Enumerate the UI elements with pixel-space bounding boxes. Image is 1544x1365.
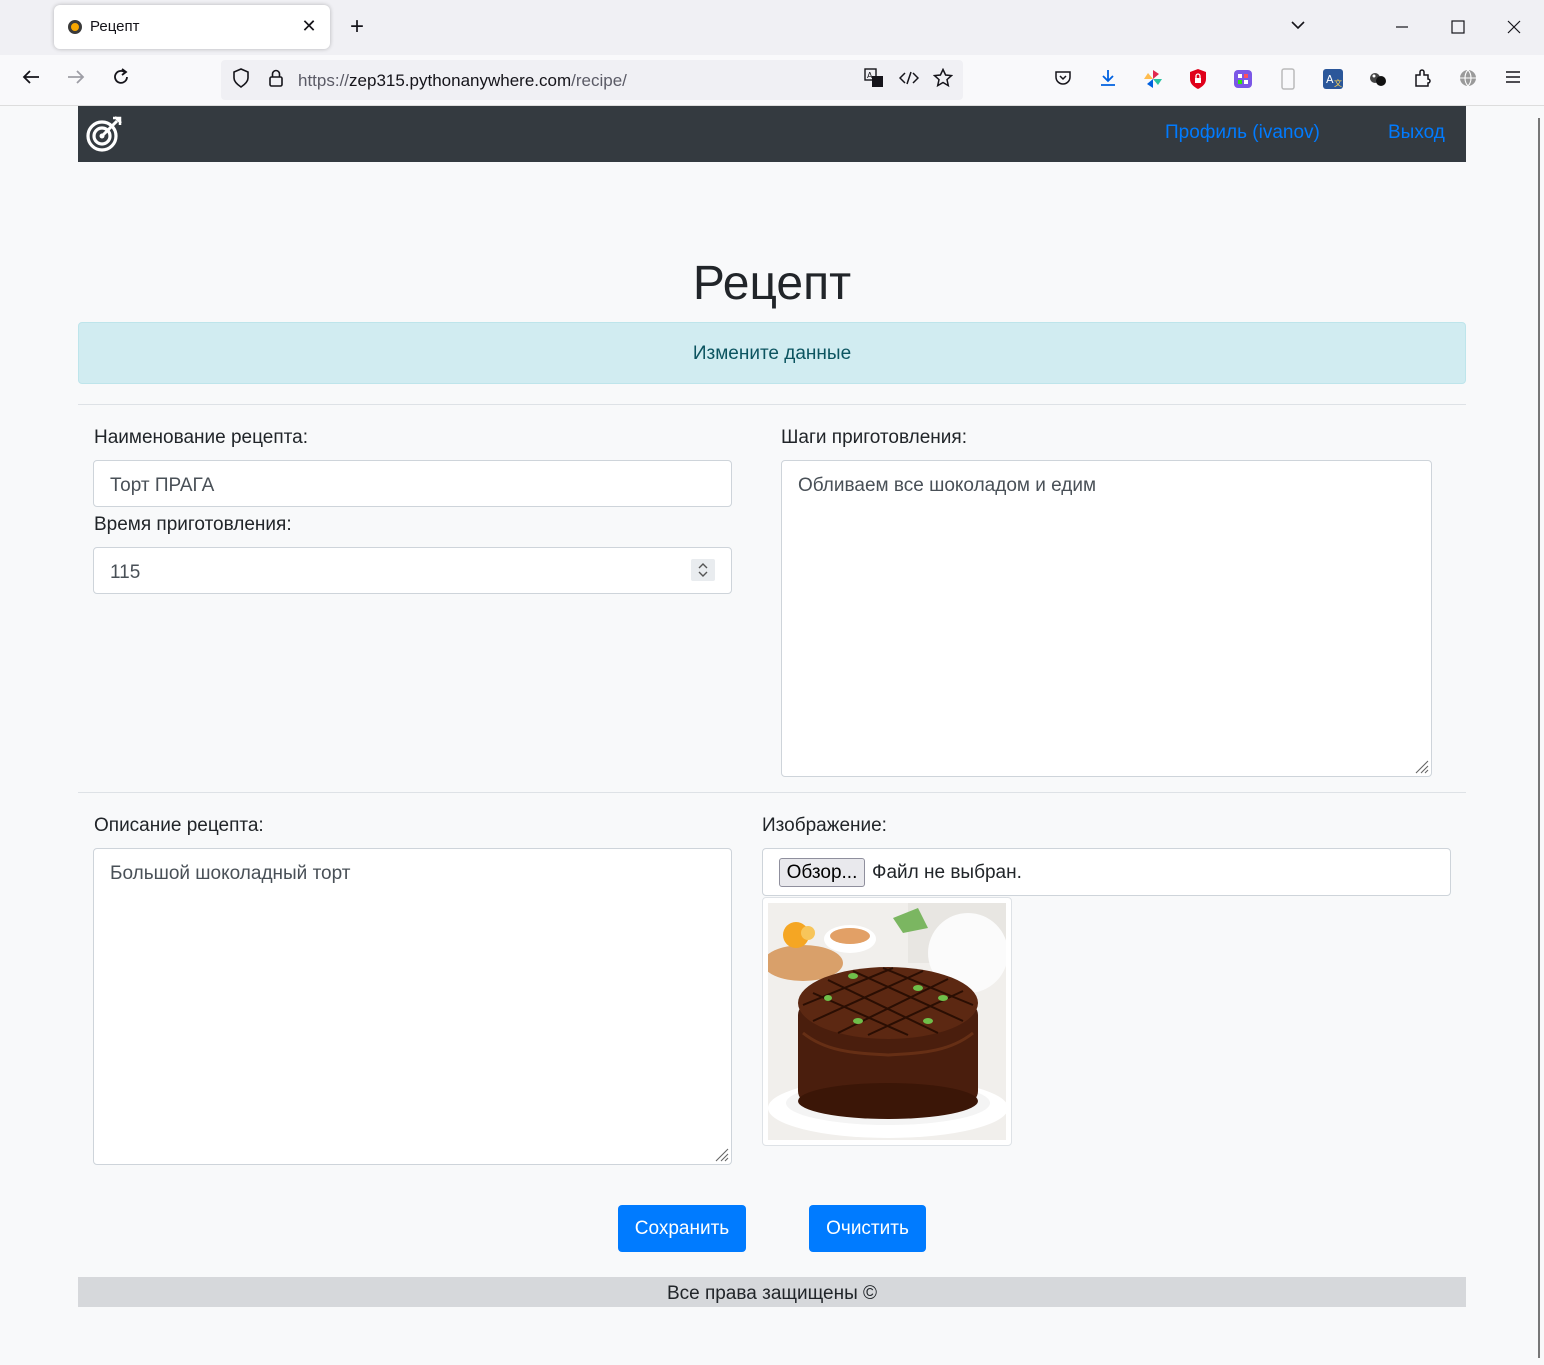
translate-page-icon[interactable]: A	[862, 68, 886, 92]
browser-tab[interactable]: Рецепт ✕	[54, 5, 330, 49]
browse-button[interactable]: Обзор...	[779, 858, 865, 887]
chocolate-cake-image	[763, 903, 1008, 1140]
save-button[interactable]: Сохранить	[618, 1205, 746, 1252]
resize-handle-icon[interactable]	[1413, 758, 1429, 774]
downloads-icon[interactable]	[1096, 68, 1120, 92]
ublock-shield-icon[interactable]	[1186, 68, 1210, 92]
svg-text:文: 文	[1334, 78, 1342, 88]
profile-link[interactable]: Профиль (ivanov)	[1165, 122, 1320, 144]
lock-icon[interactable]	[264, 68, 288, 92]
target-arrow-logo-icon[interactable]	[85, 115, 123, 153]
tab-close-icon[interactable]: ✕	[298, 15, 320, 37]
cooking-time-label: Время приготовления:	[94, 514, 292, 535]
logout-link[interactable]: Выход	[1388, 122, 1445, 144]
tab-title: Рецепт	[90, 18, 140, 35]
description-textarea[interactable]: Большой шоколадный торт	[93, 848, 732, 1165]
divider	[78, 404, 1466, 405]
recipe-name-label: Наименование рецепта:	[94, 427, 308, 448]
tracking-shield-icon[interactable]	[229, 68, 253, 92]
site-navbar: Профиль (ivanov) Выход	[78, 106, 1466, 162]
scrollbar-thumb[interactable]	[1538, 118, 1540, 1358]
image-label: Изображение:	[762, 815, 887, 836]
clear-button[interactable]: Очистить	[809, 1205, 926, 1252]
recipe-image-thumbnail	[762, 897, 1012, 1146]
cooking-time-input[interactable]: 115	[93, 547, 732, 594]
maximize-window-icon[interactable]	[1444, 14, 1472, 42]
footer: Все права защищены ©	[78, 1277, 1466, 1307]
reload-icon[interactable]	[108, 67, 134, 93]
browser-tab-bar: Рецепт ✕ +	[0, 0, 1544, 55]
translator-extension-icon[interactable]: A文	[1321, 68, 1345, 92]
url-text[interactable]: https://zep315.pythonanywhere.com/recipe…	[298, 71, 627, 91]
extension-grid-icon[interactable]	[1231, 68, 1255, 92]
steps-label: Шаги приготовления:	[781, 427, 967, 448]
page-scrollbar[interactable]	[1536, 106, 1544, 1365]
back-arrow-icon[interactable]	[18, 67, 44, 93]
pocket-icon[interactable]	[1051, 68, 1075, 92]
url-path: /recipe/	[571, 71, 627, 90]
bookmark-star-icon[interactable]	[931, 67, 955, 92]
balls-extension-icon[interactable]	[1366, 68, 1390, 92]
minimize-window-icon[interactable]	[1388, 14, 1416, 42]
browser-toolbar: https://zep315.pythonanywhere.com/recipe…	[0, 55, 1544, 106]
address-bar[interactable]: https://zep315.pythonanywhere.com/recipe…	[221, 60, 963, 100]
page-title: Рецепт	[692, 257, 852, 310]
url-scheme: https://	[298, 71, 350, 90]
code-view-icon[interactable]	[897, 68, 921, 92]
globe-icon[interactable]	[1456, 68, 1480, 92]
no-file-text: Файл не выбран.	[872, 862, 1022, 883]
site-favicon-icon	[68, 20, 82, 34]
close-window-icon[interactable]	[1500, 14, 1528, 42]
steps-value: Обливаем все шоколадом и едим	[798, 475, 1097, 496]
extensions-puzzle-icon[interactable]	[1411, 68, 1435, 92]
divider	[78, 792, 1466, 793]
svg-text:A: A	[1326, 73, 1334, 86]
url-host: zep315.pythonanywhere.com	[349, 71, 572, 90]
new-tab-icon[interactable]: +	[344, 14, 370, 40]
app-menu-hamburger-icon[interactable]	[1501, 68, 1525, 92]
resize-handle-icon[interactable]	[713, 1146, 729, 1162]
description-value: Большой шоколадный торт	[110, 863, 351, 884]
forward-arrow-icon[interactable]	[63, 67, 89, 93]
steps-textarea[interactable]: Обливаем все шоколадом и едим	[781, 460, 1432, 777]
cooking-time-value: 115	[110, 562, 141, 583]
extension-pinwheel-icon[interactable]	[1141, 68, 1165, 92]
svg-text:A: A	[867, 71, 873, 80]
recipe-name-input[interactable]: Торт ПРАГА	[93, 460, 732, 507]
number-stepper-icon[interactable]	[691, 559, 715, 581]
description-label: Описание рецепта:	[94, 815, 264, 836]
tab-list-chevron-icon[interactable]	[1284, 14, 1312, 42]
mobile-device-icon[interactable]	[1276, 68, 1300, 92]
info-alert: Измените данные	[78, 322, 1466, 384]
image-file-input[interactable]: Обзор... Файл не выбран.	[762, 848, 1451, 896]
